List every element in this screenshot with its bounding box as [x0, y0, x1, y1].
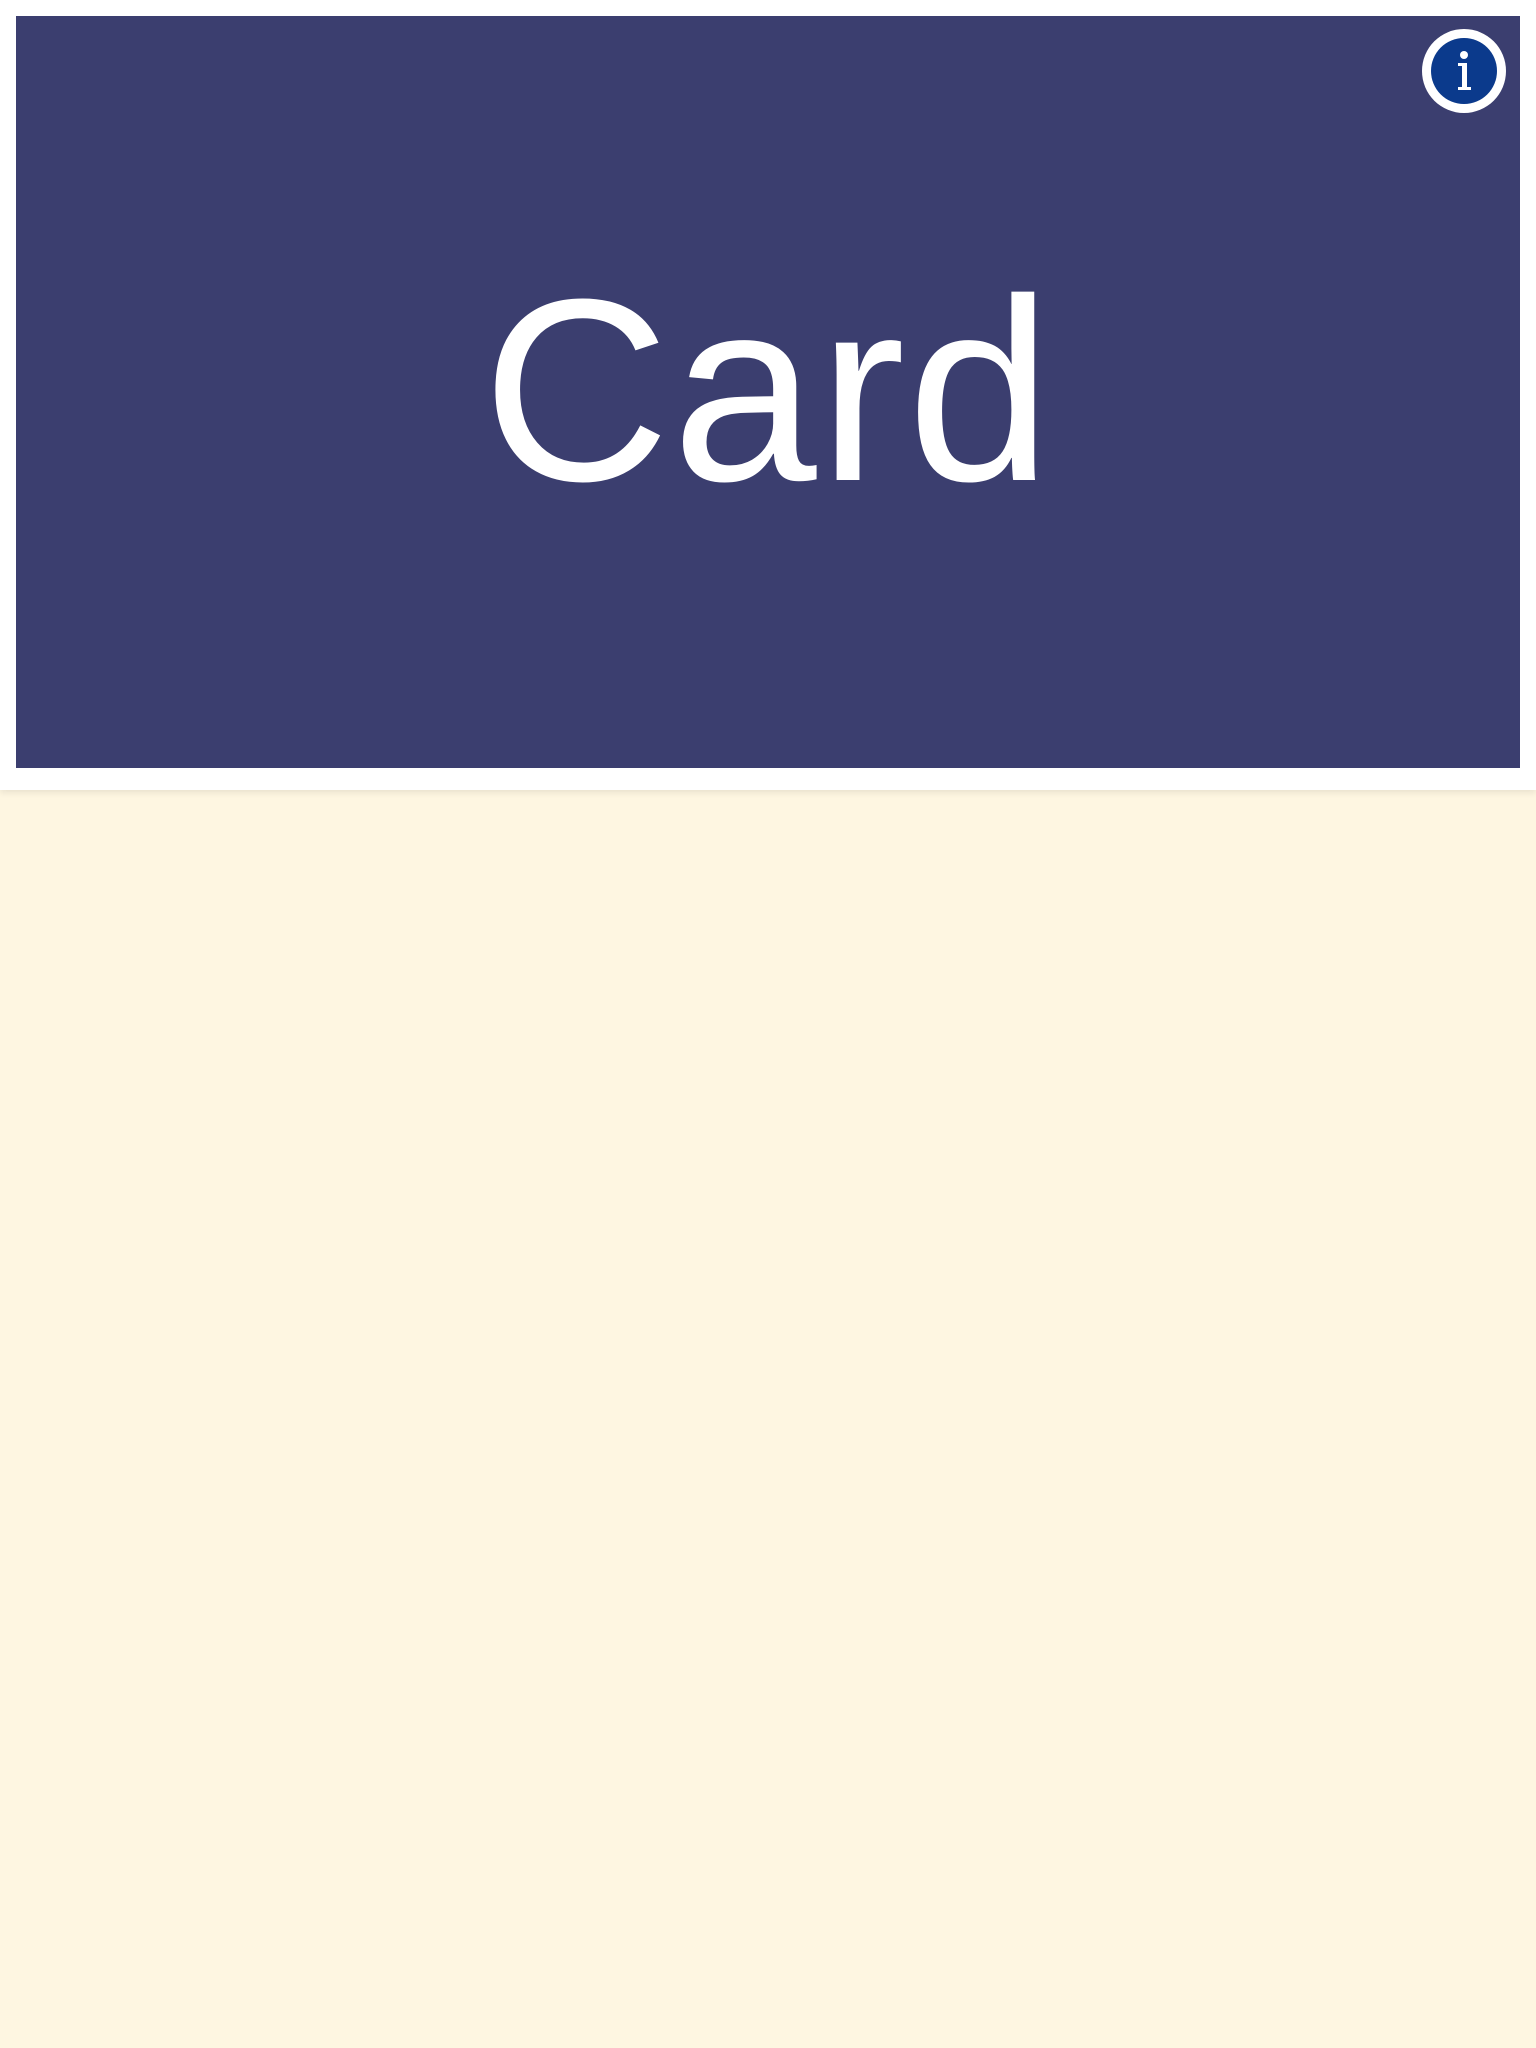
- card-face[interactable]: Card: [16, 16, 1520, 768]
- info-button-inner: [1431, 38, 1497, 104]
- screen: Card: [0, 0, 1536, 2048]
- card-title: Card: [482, 246, 1054, 536]
- info-button[interactable]: [1422, 29, 1506, 113]
- card-frame[interactable]: Card: [0, 0, 1536, 790]
- info-icon: [1458, 51, 1471, 90]
